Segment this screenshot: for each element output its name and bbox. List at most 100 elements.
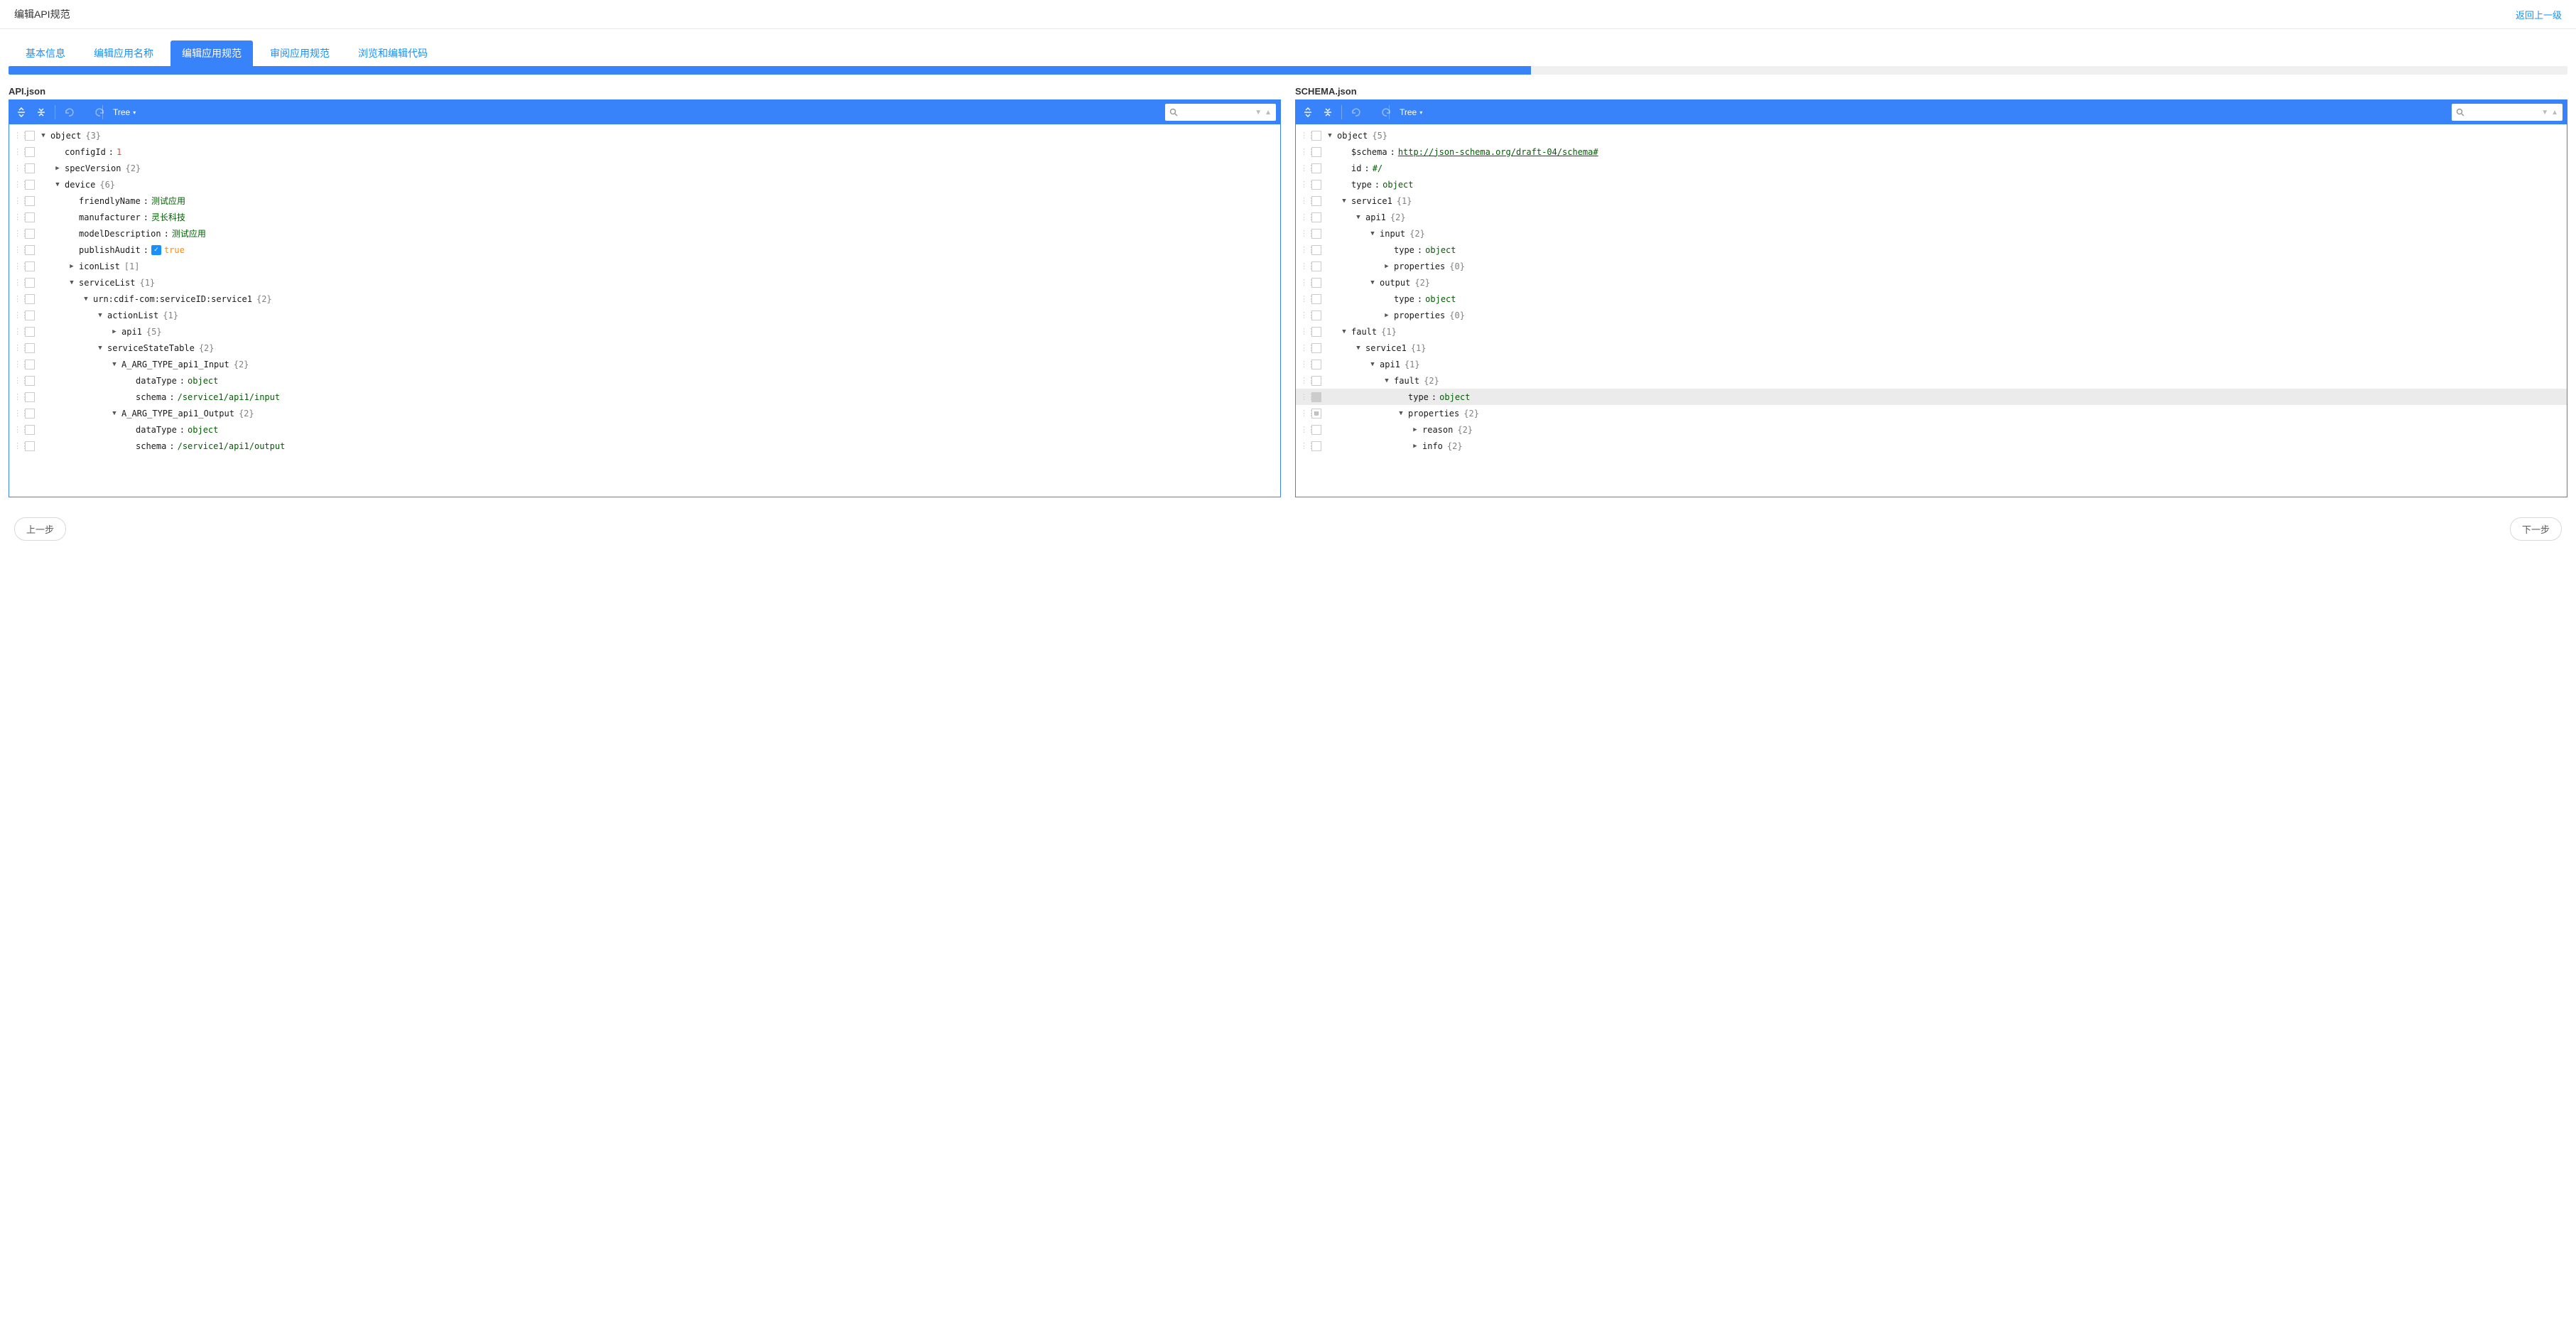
drag-handle-icon[interactable]: ⋮⋮ (13, 441, 23, 450)
expand-all-icon[interactable] (13, 104, 29, 120)
tree-row[interactable]: ⋮⋮publishAudit:✓true (9, 242, 1280, 258)
tree-row[interactable]: ⋮⋮▶api1{5} (9, 323, 1280, 340)
search-prev-icon[interactable]: ▲ (1265, 109, 1272, 117)
tree-key[interactable]: type (1394, 245, 1414, 255)
tree-row[interactable]: ⋮⋮schema:/service1/api1/input (9, 389, 1280, 405)
context-menu-icon[interactable] (1311, 131, 1321, 141)
tree-row[interactable]: ⋮⋮▼device{6} (9, 176, 1280, 193)
tree-value[interactable]: 1 (117, 147, 121, 157)
context-menu-icon[interactable] (25, 229, 35, 239)
context-menu-icon[interactable] (25, 212, 35, 222)
tree-value[interactable]: true (164, 245, 185, 255)
tab-0[interactable]: 基本信息 (14, 40, 77, 66)
tree-row[interactable]: ⋮⋮type:object (1296, 242, 2567, 258)
context-menu-icon[interactable] (1311, 310, 1321, 320)
tree-row[interactable]: ⋮⋮▶iconList[1] (9, 258, 1280, 274)
collapse-toggle-icon[interactable]: ▼ (1368, 279, 1377, 286)
tree-value[interactable]: http://json-schema.org/draft-04/schema# (1398, 147, 1598, 157)
tree-row[interactable]: ⋮⋮dataType:object (9, 372, 1280, 389)
tree-row[interactable]: ⋮⋮▶properties{0} (1296, 307, 2567, 323)
tree-key[interactable]: publishAudit (79, 245, 141, 255)
tree-value[interactable]: /service1/api1/output (178, 441, 286, 451)
search-prev-icon[interactable]: ▲ (2551, 109, 2558, 117)
collapse-toggle-icon[interactable]: ▼ (96, 345, 104, 352)
tree-left[interactable]: ⋮⋮▼object{3}⋮⋮configId:1⋮⋮▶specVersion{2… (9, 124, 1280, 497)
tree-key[interactable]: manufacturer (79, 212, 141, 222)
tab-2[interactable]: 编辑应用规范 (171, 40, 253, 66)
search-box[interactable]: ▼ ▲ (1165, 104, 1276, 121)
tree-row[interactable]: ⋮⋮▼actionList{1} (9, 307, 1280, 323)
tree-row[interactable]: ⋮⋮▼object{3} (9, 127, 1280, 144)
context-menu-icon[interactable] (1311, 360, 1321, 369)
tree-key[interactable]: A_ARG_TYPE_api1_Output (121, 409, 234, 418)
tree-key[interactable]: properties (1408, 409, 1459, 418)
drag-handle-icon[interactable]: ⋮⋮ (1300, 327, 1310, 336)
expand-all-icon[interactable] (1300, 104, 1316, 120)
context-menu-icon[interactable] (1311, 245, 1321, 255)
tree-value[interactable]: object (1439, 392, 1470, 402)
context-menu-icon[interactable] (25, 343, 35, 353)
tree-row[interactable]: ⋮⋮▼fault{2} (1296, 372, 2567, 389)
tree-row[interactable]: ⋮⋮▶reason{2} (1296, 421, 2567, 438)
context-menu-icon[interactable] (1311, 278, 1321, 288)
context-menu-icon[interactable] (1311, 261, 1321, 271)
search-next-icon[interactable]: ▼ (1255, 109, 1262, 117)
tree-value[interactable]: object (188, 376, 218, 386)
expand-toggle-icon[interactable]: ▶ (110, 328, 119, 335)
tree-key[interactable]: info (1422, 441, 1443, 451)
tree-value[interactable]: object (188, 425, 218, 435)
tree-key[interactable]: object (50, 131, 81, 141)
drag-handle-icon[interactable]: ⋮⋮ (1300, 196, 1310, 205)
tree-key[interactable]: urn:cdif-com:serviceID:service1 (93, 294, 252, 304)
tree-row[interactable]: ⋮⋮▼api1{1} (1296, 356, 2567, 372)
collapse-toggle-icon[interactable]: ▼ (1382, 377, 1391, 384)
context-menu-icon[interactable] (25, 163, 35, 173)
drag-handle-icon[interactable]: ⋮⋮ (13, 310, 23, 320)
drag-handle-icon[interactable]: ⋮⋮ (1300, 147, 1310, 156)
context-menu-icon[interactable] (25, 392, 35, 402)
context-menu-icon[interactable] (1311, 343, 1321, 353)
collapse-toggle-icon[interactable]: ▼ (67, 279, 76, 286)
tree-key[interactable]: A_ARG_TYPE_api1_Input (121, 360, 229, 369)
tree-row[interactable]: ⋮⋮friendlyName:测试应用 (9, 193, 1280, 209)
context-menu-icon[interactable] (25, 245, 35, 255)
drag-handle-icon[interactable]: ⋮⋮ (1300, 131, 1310, 140)
context-menu-icon[interactable] (1311, 229, 1321, 239)
tree-key[interactable]: fault (1351, 327, 1377, 337)
drag-handle-icon[interactable]: ⋮⋮ (13, 180, 23, 189)
tree-key[interactable]: schema (136, 392, 166, 402)
context-menu-icon[interactable] (25, 310, 35, 320)
drag-handle-icon[interactable]: ⋮⋮ (13, 278, 23, 287)
collapse-toggle-icon[interactable]: ▼ (39, 132, 48, 139)
back-link[interactable]: 返回上一级 (2516, 8, 2562, 21)
collapse-toggle-icon[interactable]: ▼ (1397, 410, 1405, 417)
tab-3[interactable]: 审阅应用规范 (259, 40, 341, 66)
tree-key[interactable]: fault (1394, 376, 1419, 386)
drag-handle-icon[interactable]: ⋮⋮ (13, 212, 23, 222)
tree-row[interactable]: ⋮⋮▶info{2} (1296, 438, 2567, 454)
drag-handle-icon[interactable]: ⋮⋮ (1300, 294, 1310, 303)
tree-key[interactable]: type (1394, 294, 1414, 304)
tree-row[interactable]: ⋮⋮id:#/ (1296, 160, 2567, 176)
tree-row[interactable]: ⋮⋮type:object (1296, 176, 2567, 193)
tree-key[interactable]: api1 (1365, 212, 1386, 222)
context-menu-icon[interactable] (25, 196, 35, 206)
drag-handle-icon[interactable]: ⋮⋮ (13, 147, 23, 156)
collapse-toggle-icon[interactable]: ▼ (1354, 214, 1363, 221)
tree-row[interactable]: ⋮⋮▶properties{0} (1296, 258, 2567, 274)
tree-row[interactable]: ⋮⋮▼urn:cdif-com:serviceID:service1{2} (9, 291, 1280, 307)
tree-row[interactable]: ⋮⋮▼fault{1} (1296, 323, 2567, 340)
context-menu-icon[interactable] (1311, 294, 1321, 304)
tree-row[interactable]: ⋮⋮modelDescription:测试应用 (9, 225, 1280, 242)
drag-handle-icon[interactable]: ⋮⋮ (1300, 409, 1310, 418)
drag-handle-icon[interactable]: ⋮⋮ (13, 360, 23, 369)
context-menu-icon[interactable] (25, 180, 35, 190)
collapse-toggle-icon[interactable]: ▼ (1340, 198, 1348, 205)
drag-handle-icon[interactable]: ⋮⋮ (1300, 245, 1310, 254)
tree-key[interactable]: specVersion (65, 163, 121, 173)
drag-handle-icon[interactable]: ⋮⋮ (13, 327, 23, 336)
context-menu-icon[interactable] (25, 409, 35, 418)
tree-key[interactable]: friendlyName (79, 196, 141, 206)
context-menu-icon[interactable] (25, 131, 35, 141)
expand-toggle-icon[interactable]: ▶ (1382, 263, 1391, 270)
